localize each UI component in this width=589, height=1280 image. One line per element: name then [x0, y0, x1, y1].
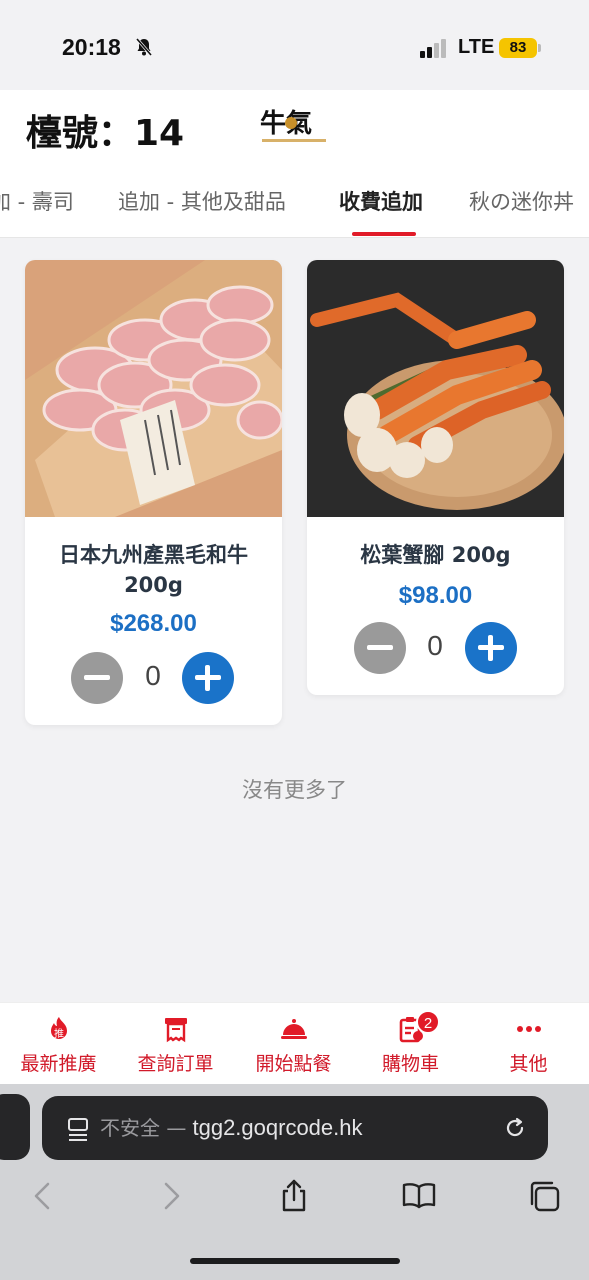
nav-label: 查詢訂單 [137, 1053, 214, 1075]
home-indicator [190, 1258, 400, 1264]
nav-label: 開始點餐 [255, 1053, 332, 1075]
qty-value: 0 [427, 630, 443, 661]
bell-muted-icon [135, 38, 153, 56]
network-label: LTE [458, 36, 495, 58]
reload-icon[interactable] [503, 1115, 527, 1141]
qty-value: 0 [145, 660, 161, 691]
tab-mini-don[interactable]: 秋の迷你丼 [469, 186, 574, 216]
table-number: 檯號：14 [26, 113, 185, 154]
status-time: 20:18 [62, 34, 121, 60]
product-name: 松葉蟹腳 200g [360, 543, 511, 567]
receipt-icon [165, 1018, 187, 1043]
svg-text:推: 推 [54, 1027, 64, 1040]
nav-cart[interactable]: 2 購物車 [352, 1003, 469, 1085]
bookmarks-icon[interactable] [401, 1178, 437, 1214]
decrease-qty-button[interactable] [71, 652, 123, 704]
increase-qty-button[interactable] [465, 622, 517, 674]
nav-label: 購物車 [381, 1053, 439, 1075]
battery-tip [538, 44, 541, 52]
category-tabs: 加 - 壽司 追加 - 其他及甜品 收費追加 秋の迷你丼 [0, 166, 589, 238]
share-icon[interactable] [276, 1178, 312, 1214]
product-card[interactable]: 松葉蟹腳 200g $98.00 0 [307, 260, 564, 695]
hot-promo-icon: 推 [51, 1017, 67, 1040]
restaurant-logo: 牛氣 [260, 108, 326, 142]
product-name: 日本九州產黑毛和牛 200g [59, 543, 248, 597]
signal-icon [420, 39, 446, 58]
forward-icon[interactable] [153, 1178, 189, 1214]
list-end-text: 沒有更多了 [242, 778, 347, 802]
crab-legs-image [307, 260, 564, 517]
tab-sushi[interactable]: 加 - 壽司 [0, 186, 74, 216]
nav-more[interactable]: 其他 [470, 1003, 587, 1085]
back-icon[interactable] [25, 1178, 61, 1214]
product-card[interactable]: 日本九州產黑毛和牛 200g $268.00 0 [25, 260, 282, 725]
nav-order-history[interactable]: 查詢訂單 [117, 1003, 234, 1085]
decrease-qty-button[interactable] [354, 622, 406, 674]
battery-icon: 83 [499, 38, 537, 58]
nav-label: 其他 [509, 1053, 548, 1075]
product-price: $268.00 [110, 610, 197, 637]
url-host: tgg2.goqrcode.hk [192, 1115, 363, 1140]
tabs-icon[interactable] [526, 1178, 562, 1214]
previous-tab-preview[interactable] [0, 1094, 30, 1160]
page-menu-icon[interactable] [66, 1116, 90, 1142]
active-tab-indicator [352, 232, 416, 236]
nav-label: 最新推廣 [20, 1053, 97, 1075]
wagyu-image [25, 260, 282, 517]
product-price: $98.00 [398, 582, 473, 609]
nav-promotions[interactable]: 推 最新推廣 [0, 1003, 117, 1085]
bottom-nav: 推 最新推廣 查詢訂單 開始點餐 2 購物車 其他 [0, 1002, 589, 1084]
security-warning: 不安全 — [100, 1116, 187, 1140]
url-display[interactable]: 不安全 — tgg2.goqrcode.hk [100, 1112, 490, 1141]
more-dots-icon [517, 1026, 541, 1032]
tab-other-dessert[interactable]: 追加 - 其他及甜品 [118, 186, 286, 216]
cart-count-badge: 2 [416, 1010, 440, 1034]
nav-start-ordering[interactable]: 開始點餐 [235, 1003, 352, 1085]
increase-qty-button[interactable] [182, 652, 234, 704]
tab-paid-addon[interactable]: 收費追加 [339, 186, 423, 216]
cloche-icon [281, 1019, 307, 1039]
